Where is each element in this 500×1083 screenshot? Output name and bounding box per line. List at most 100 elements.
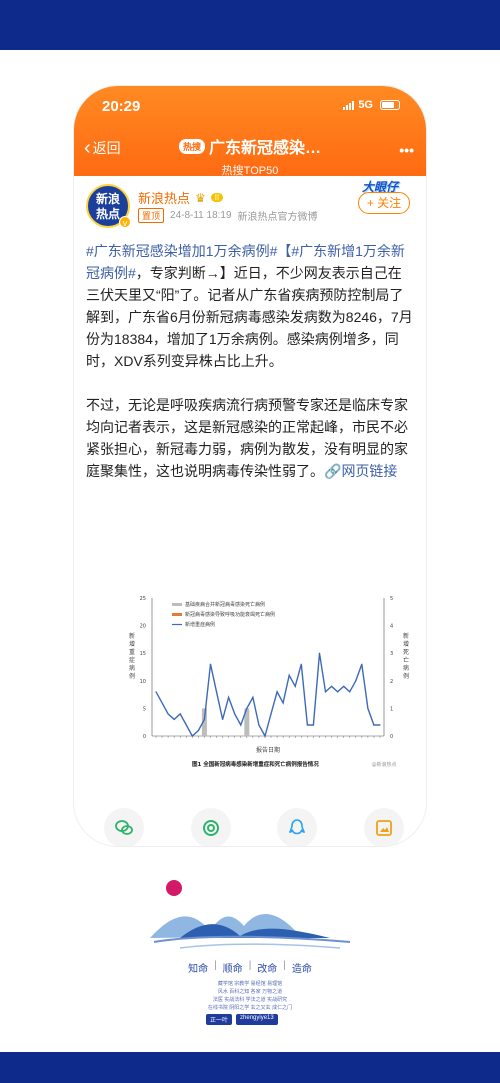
data-point-severe — [179, 713, 181, 715]
y-axis-title-right: 增 — [403, 640, 409, 648]
fine-print-line: 藏学馆 宗教学 易经馆 易理馆 — [217, 981, 283, 987]
post-meta: 置顶 24-8-11 18:19 新浪热点官方微博 — [138, 208, 318, 223]
web-link-label: 网页链接 — [341, 463, 398, 479]
y-axis-title-left: 增 — [129, 640, 135, 648]
data-point-severe — [355, 680, 357, 682]
y-tick-label-left: 20 — [140, 624, 146, 630]
author-row: 新浪热点 ♛ II — [138, 188, 224, 207]
y-tick-label-right: 2 — [390, 679, 393, 685]
data-point-severe — [361, 663, 363, 665]
app-header: 20:29 5G ‹ 返回 热搜 广东新冠感染… 热搜TOP50 ••• — [74, 86, 426, 178]
data-point-severe — [246, 707, 248, 709]
data-point-severe — [215, 691, 218, 693]
hashtag-link[interactable]: #广东新冠感染增加1万余病例# — [86, 243, 277, 259]
footer-logo-block: 知命 | 顺命 | 改命 | 造命 藏学馆 宗教学 易经馆 易理馆 风水 百科之知 各… — [140, 876, 360, 1025]
post-timestamp: 24-8-11 18:19 — [170, 210, 232, 221]
y-tick-label-right: 3 — [390, 651, 393, 657]
y-axis-title-left: 例 — [129, 672, 135, 680]
data-point-severe — [167, 713, 169, 715]
footer-link[interactable]: 知命 — [188, 960, 208, 975]
signal-icon — [343, 100, 355, 110]
data-point-severe — [312, 724, 315, 726]
data-point-severe — [282, 702, 284, 704]
post-paragraph-2: 不过，无论是呼吸疾病流行病预警专家还是临床专家均向记者表示，这是新冠感染的正常起… — [86, 394, 414, 482]
title-block: 热搜 广东新冠感染… 热搜TOP50 — [160, 134, 340, 178]
post-chart-image[interactable]: 0 5 10 15 20 25 0 1 2 3 4 5 新增重症病例新增死亡病例基础疾病合并新冠病毒感染… — [118, 586, 422, 802]
data-point-severe — [330, 685, 333, 687]
post-body: #广东新冠感染增加1万余病例#【#广东新增1万余新冠病例#，专家判断→】近日，不… — [86, 240, 414, 504]
data-point-severe — [197, 729, 199, 732]
footer-fine-print: 藏学馆 宗教学 易经馆 易理馆 风水 百科之知 各家 万物之道 法医 实战法科 … — [140, 980, 360, 1012]
data-point-severe — [228, 696, 230, 698]
web-link[interactable]: 🔗网页链接 — [324, 463, 397, 479]
y-tick-label-left: 15 — [140, 651, 146, 657]
data-point-severe — [161, 702, 163, 704]
footer-badge: zhengyiye13 — [236, 1014, 278, 1025]
y-axis-title-right: 例 — [403, 672, 409, 680]
avatar-text-top: 新浪 — [95, 192, 120, 206]
data-point-severe — [324, 691, 327, 693]
y-tick-label-left: 0 — [143, 734, 146, 740]
y-tick-label-left: 25 — [140, 596, 146, 602]
bottom-band — [0, 1052, 500, 1083]
footer-link[interactable]: 顺命 — [223, 960, 243, 975]
data-point-severe — [349, 691, 351, 693]
data-point-severe — [173, 718, 175, 721]
footer-badges: 正一叶 zhengyiye13 — [206, 1014, 278, 1025]
pin-badge: 置顶 — [138, 208, 165, 223]
data-point-severe — [209, 663, 212, 665]
y-axis-title-left: 重 — [129, 648, 135, 656]
data-point-severe — [240, 724, 242, 726]
status-time: 20:29 — [102, 98, 141, 115]
y-axis-title-right: 病 — [403, 664, 409, 672]
data-point-severe — [300, 663, 302, 665]
status-indicators: 5G — [343, 99, 400, 111]
header-actions: ••• — [399, 142, 414, 158]
chevron-left-icon: ‹ — [84, 137, 91, 159]
y-tick-label-right: 4 — [390, 624, 393, 630]
battery-icon — [380, 100, 400, 110]
footer-link[interactable]: 改命 — [257, 960, 277, 975]
network-label: 5G — [358, 99, 373, 111]
series-line-severe — [155, 653, 380, 738]
legend-swatch — [172, 613, 182, 616]
y-axis-title-right: 死 — [403, 649, 409, 656]
level-badge: II — [210, 193, 224, 202]
chart-watermark: @新浪热点 — [371, 761, 396, 768]
data-point-severe — [270, 713, 272, 715]
data-point-severe — [367, 707, 369, 709]
footer-link[interactable]: 造命 — [292, 960, 312, 975]
line-chart: 0510152025012345新增重症病例新增死亡病例基础疾病合并新冠病毒感染… — [129, 596, 409, 768]
footer-badge: 正一叶 — [206, 1014, 233, 1025]
share-row — [104, 808, 404, 846]
data-point-severe — [258, 724, 260, 726]
qq-icon[interactable] — [277, 808, 318, 846]
x-axis-title: 报告日期 — [256, 746, 280, 754]
link-icon: 🔗 — [324, 463, 342, 479]
save-image-icon[interactable] — [363, 808, 404, 846]
data-point-severe — [252, 696, 254, 698]
author-name[interactable]: 新浪热点 — [138, 188, 190, 207]
moments-icon[interactable] — [190, 808, 231, 846]
y-tick-label-right: 5 — [390, 596, 393, 602]
data-point-severe — [318, 652, 321, 654]
data-point-severe — [294, 685, 296, 687]
fine-print-line: 风水 百科之知 各家 万物之道 — [217, 989, 283, 995]
page-title: 广东新冠感染… — [209, 140, 322, 157]
data-point-severe — [221, 718, 224, 721]
footer-nav: 知命 | 顺命 | 改命 | 造命 — [188, 960, 312, 975]
more-dots-icon[interactable]: ••• — [399, 142, 414, 158]
follow-button[interactable]: + 关注 — [358, 192, 410, 214]
phone-screen: 20:29 5G ‹ 返回 热搜 广东新冠感染… 热搜TOP50 ••• 新浪 … — [74, 86, 426, 846]
mountain-logo — [150, 880, 351, 949]
top-band — [0, 0, 500, 50]
wechat-icon[interactable] — [104, 808, 144, 846]
data-point-severe — [288, 674, 290, 676]
crown-icon: ♛ — [195, 190, 206, 205]
legend-swatch — [172, 603, 182, 606]
y-tick-label-left: 10 — [140, 679, 146, 685]
data-point-severe — [185, 724, 187, 726]
back-button[interactable]: ‹ 返回 — [84, 138, 121, 158]
y-axis-title-left: 新 — [129, 632, 135, 640]
post-source: 新浪热点官方微博 — [237, 212, 318, 223]
